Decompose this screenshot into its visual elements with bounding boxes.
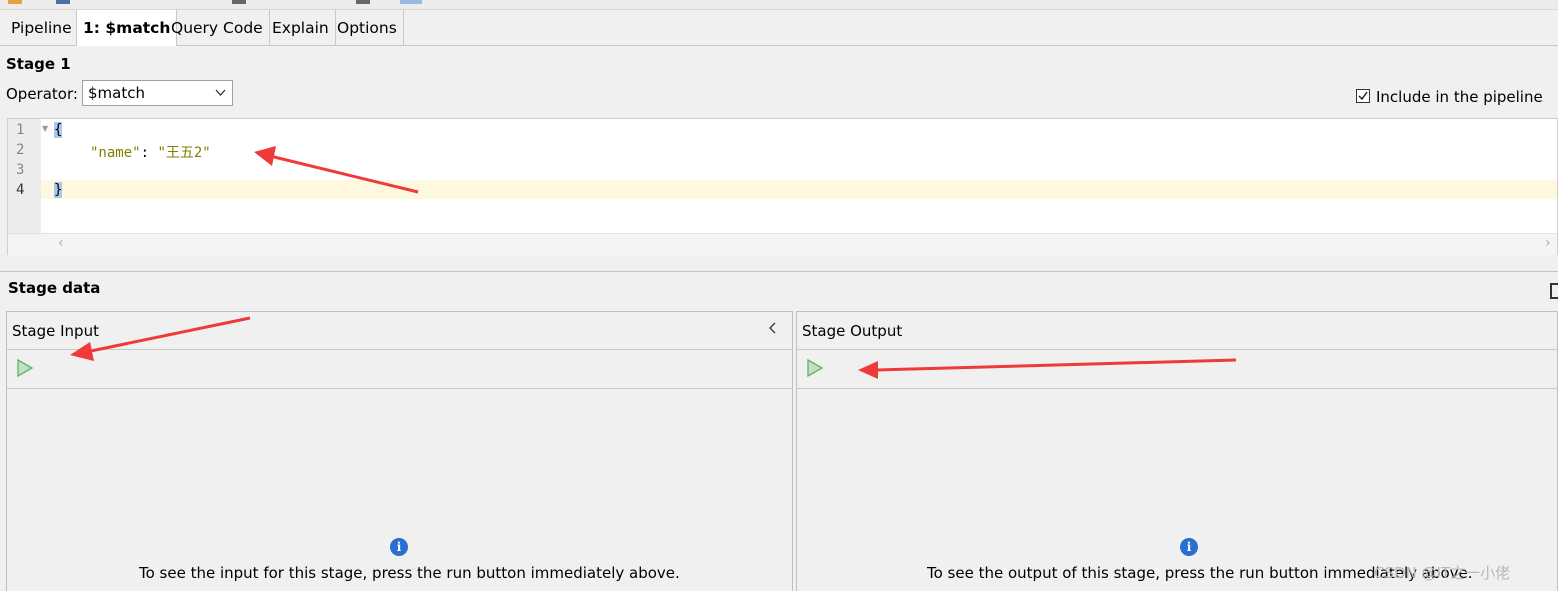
red-arrow: [254, 146, 419, 194]
red-arrow: [858, 358, 1237, 379]
red-arrow: [70, 316, 251, 361]
annotation-arrows: [70, 146, 1237, 379]
